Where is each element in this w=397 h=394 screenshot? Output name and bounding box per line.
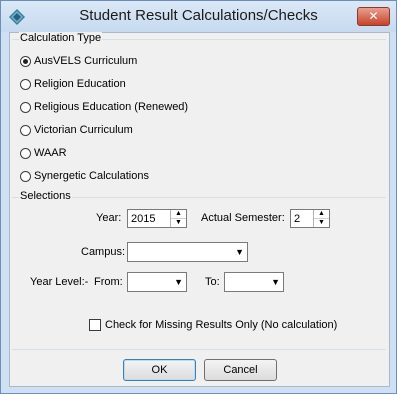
actual-semester-label: Actual Semester:	[201, 212, 285, 224]
year-level-from-dropdown[interactable]: ▼	[127, 272, 187, 292]
campus-label: Campus:	[81, 246, 126, 258]
semester-spin-arrows[interactable]: ▲ ▼	[313, 210, 329, 227]
dialog-window: Student Result Calculations/Checks ✕ Cal…	[0, 0, 397, 394]
semester-spinner[interactable]: 2 ▲ ▼	[290, 209, 330, 228]
campus-dropdown[interactable]: ▼	[127, 242, 248, 262]
missing-results-label: Check for Missing Results Only (No calcu…	[105, 319, 338, 331]
missing-results-checkbox[interactable]	[89, 319, 101, 331]
radio-button-icon[interactable]	[20, 124, 31, 136]
to-label: To:	[205, 276, 220, 288]
selections-label: Selections	[19, 190, 72, 202]
radio-button-icon[interactable]	[20, 101, 31, 113]
radio-button-icon[interactable]	[20, 78, 31, 90]
radio-button-icon[interactable]	[20, 55, 31, 67]
button-bar: OK Cancel	[12, 349, 386, 385]
calculation-type-label: Calculation Type	[19, 32, 103, 44]
radio-button-icon[interactable]	[20, 147, 31, 159]
radio-label: WAAR	[34, 147, 67, 159]
from-label: From:	[94, 276, 123, 288]
radio-waar[interactable]: WAAR	[20, 145, 67, 161]
spin-down-icon[interactable]: ▼	[314, 219, 329, 227]
year-level-to-dropdown[interactable]: ▼	[224, 272, 284, 292]
radio-victorian-curriculum[interactable]: Victorian Curriculum	[20, 122, 133, 138]
semester-value: 2	[294, 213, 301, 225]
window-title: Student Result Calculations/Checks	[79, 7, 318, 24]
radio-label: Religious Education (Renewed)	[34, 101, 189, 113]
year-spinner[interactable]: 2015 ▲ ▼	[127, 209, 187, 228]
cancel-button[interactable]: Cancel	[204, 359, 277, 381]
radio-button-icon[interactable]	[20, 170, 31, 182]
dialog-client-area: Calculation Type AusVELS Curriculum Reli…	[9, 32, 390, 387]
title-bar[interactable]: Student Result Calculations/Checks ✕	[1, 1, 396, 32]
radio-label: Religion Education	[34, 78, 126, 90]
ok-button[interactable]: OK	[123, 359, 196, 381]
chevron-down-icon[interactable]: ▼	[235, 247, 244, 257]
radio-label: Victorian Curriculum	[34, 124, 133, 136]
radio-religion-education[interactable]: Religion Education	[20, 76, 126, 92]
radio-synergetic-calculations[interactable]: Synergetic Calculations	[20, 168, 149, 184]
radio-label: Synergetic Calculations	[34, 170, 149, 182]
missing-results-checkbox-row[interactable]: Check for Missing Results Only (No calcu…	[89, 319, 337, 331]
year-level-label: Year Level:-	[30, 276, 89, 288]
year-spin-arrows[interactable]: ▲ ▼	[170, 210, 186, 227]
spin-down-icon[interactable]: ▼	[171, 219, 186, 227]
spin-up-icon[interactable]: ▲	[314, 210, 329, 219]
radio-religious-education-renewed[interactable]: Religious Education (Renewed)	[20, 99, 188, 115]
year-label: Year:	[96, 212, 122, 224]
year-value: 2015	[131, 213, 156, 225]
chevron-down-icon[interactable]: ▼	[174, 277, 183, 287]
radio-ausvels[interactable]: AusVELS Curriculum	[20, 53, 137, 69]
chevron-down-icon[interactable]: ▼	[271, 277, 280, 287]
calculation-type-group: Calculation Type AusVELS Curriculum Reli…	[12, 32, 386, 190]
close-button[interactable]: ✕	[357, 7, 390, 26]
spin-up-icon[interactable]: ▲	[171, 210, 186, 219]
radio-label: AusVELS Curriculum	[34, 55, 138, 67]
